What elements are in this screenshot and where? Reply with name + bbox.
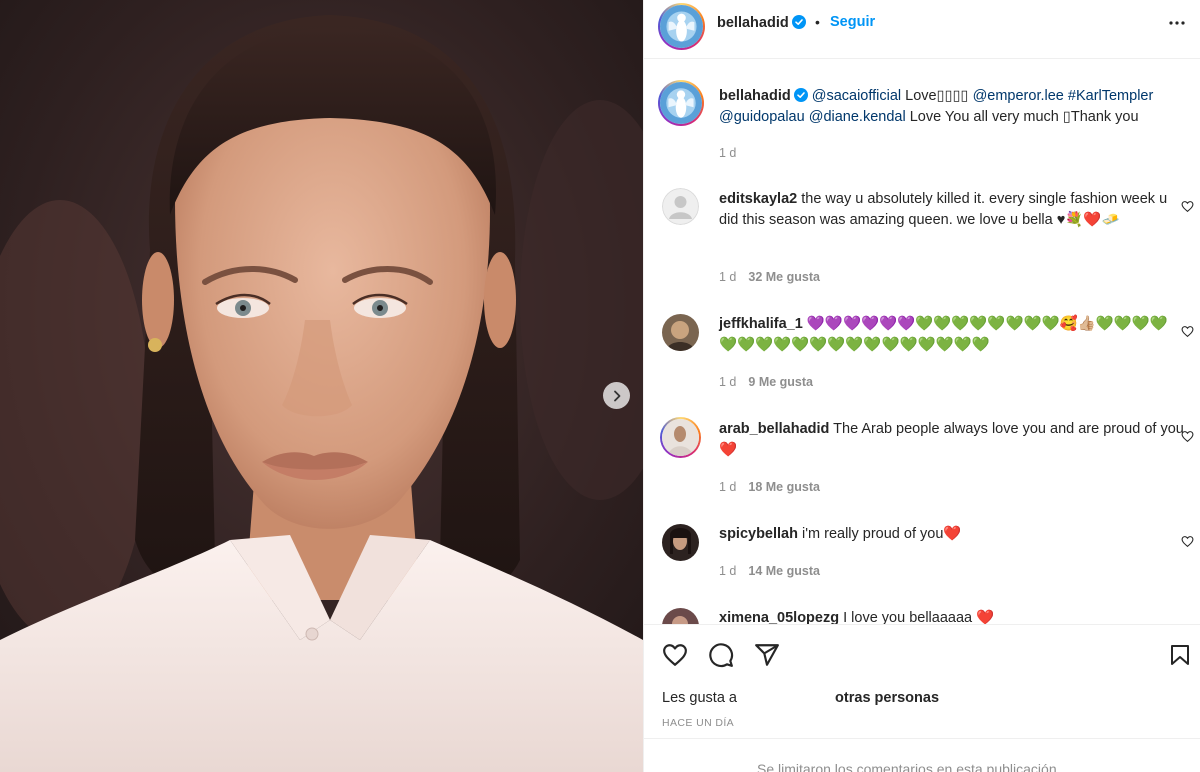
caption-username[interactable]: bellahadid (719, 88, 791, 104)
commenter-avatar[interactable] (662, 314, 699, 351)
commenter-avatar[interactable] (662, 188, 699, 225)
comment-text: arab_bellahadid The Arab people always l… (719, 419, 1184, 461)
caption-text-part1: Love▯▯▯▯ (901, 88, 973, 104)
likes-prefix: Les gusta a (662, 690, 737, 706)
send-icon[interactable] (754, 642, 780, 668)
commenter-avatar[interactable] (662, 524, 699, 561)
comments-list[interactable]: bellahadid @sacaiofficial Love▯▯▯▯ @emper… (644, 60, 1200, 624)
carousel-next-button[interactable] (603, 382, 630, 409)
comment-username[interactable]: jeffkhalifa_1 (719, 316, 803, 332)
caption-time[interactable]: 1 d (719, 146, 736, 160)
comment-text: spicybellah i'm really proud of you❤️ (719, 524, 1184, 545)
comment-time[interactable]: 1 d (719, 480, 736, 494)
comment-text: editskayla2 the way u absolutely killed … (719, 189, 1184, 231)
chevron-right-icon (613, 390, 620, 401)
comment-username[interactable]: spicybellah (719, 526, 798, 542)
comment-body: I love you bellaaaaa ❤️ (839, 610, 995, 624)
angel-avatar-icon (660, 82, 702, 124)
comment-text: jeffkhalifa_1 💜💜💜💜💜💜💚💚💚💚💚💚💚💚🥰👍🏼💚💚💚💚💚💚💚💚💚… (719, 314, 1169, 356)
header-separator-dot: • (815, 14, 820, 30)
post-actions: Les gusta a otras personas HACE UN DÍA S… (644, 624, 1200, 772)
user-photo-avatar-icon (662, 524, 699, 561)
comment-likes[interactable]: 18 Me gusta (748, 480, 820, 494)
author-username[interactable]: bellahadid (717, 15, 806, 31)
comment-like-heart-icon[interactable] (1181, 325, 1194, 338)
comment-time[interactable]: 1 d (719, 270, 736, 284)
comment-meta: 1 d 18 Me gusta (719, 480, 820, 494)
comment-meta: 1 d 32 Me gusta (719, 270, 820, 284)
caption-text: bellahadid @sacaiofficial Love▯▯▯▯ @emper… (719, 86, 1197, 128)
comment-like-heart-icon[interactable] (1181, 200, 1194, 213)
comments-limited-notice: Se limitaron los comentarios en esta pub… (644, 738, 1200, 772)
heart-icon[interactable] (662, 642, 688, 668)
verified-badge-icon (791, 15, 806, 29)
instagram-post: bellahadid • Seguir bellahadid @sacaioff… (0, 0, 1200, 772)
comment-body: i'm really proud of you❤️ (797, 526, 962, 542)
comment-text: ximena_05lopezg I love you bellaaaaa ❤️ (719, 608, 1184, 624)
comment-icon[interactable] (708, 642, 734, 668)
comment-like-heart-icon[interactable] (1181, 535, 1194, 548)
likes-summary: Les gusta a otras personas (662, 690, 939, 706)
user-photo-avatar-icon (662, 419, 699, 456)
bookmark-icon[interactable] (1168, 642, 1192, 668)
comment-meta: 1 d 14 Me gusta (719, 564, 820, 578)
hashtag-karltempler[interactable]: #KarlTempler (1068, 88, 1153, 104)
comment-likes[interactable]: 9 Me gusta (748, 375, 813, 389)
commenter-avatar[interactable] (660, 417, 701, 458)
comment-time[interactable]: 1 d (719, 564, 736, 578)
author-username-text[interactable]: bellahadid (717, 15, 789, 31)
commenter-avatar[interactable] (662, 608, 699, 624)
user-photo-avatar-icon (662, 608, 699, 624)
default-avatar-icon (662, 188, 699, 225)
post-header: bellahadid • Seguir (644, 0, 1200, 59)
comment-username[interactable]: arab_bellahadid (719, 421, 829, 437)
comment-like-heart-icon[interactable] (1181, 430, 1194, 443)
author-avatar[interactable] (658, 3, 705, 50)
more-horizontal-icon[interactable] (1168, 16, 1186, 30)
comment-time[interactable]: 1 d (719, 375, 736, 389)
mention-sacaiofficial[interactable]: @sacaiofficial (812, 88, 901, 104)
follow-button[interactable]: Seguir (830, 14, 875, 30)
model-portrait-image (0, 0, 643, 772)
comment-username[interactable]: editskayla2 (719, 191, 797, 207)
caption-text-part2: Love You all very much ▯Thank you (905, 109, 1139, 125)
mention-emperor-lee[interactable]: @emperor.lee (973, 88, 1064, 104)
mention-guidopalau[interactable]: @guidopalau (719, 109, 805, 125)
user-photo-avatar-icon (662, 314, 699, 351)
caption-avatar[interactable] (658, 80, 704, 126)
comment-likes[interactable]: 32 Me gusta (748, 270, 820, 284)
comment-likes[interactable]: 14 Me gusta (748, 564, 820, 578)
likes-others-link[interactable]: otras personas (835, 690, 939, 706)
comment-username[interactable]: ximena_05lopezg (719, 610, 839, 624)
comments-limited-text: Se limitaron los comentarios en esta pub… (757, 761, 1061, 772)
mention-diane-kendal[interactable]: @diane.kendal (809, 109, 906, 125)
angel-avatar-icon (660, 5, 703, 48)
post-media[interactable] (0, 0, 643, 772)
post-timestamp[interactable]: HACE UN DÍA (662, 717, 734, 729)
comment-meta: 1 d 9 Me gusta (719, 375, 813, 389)
verified-badge-icon (793, 88, 808, 102)
post-side-panel: bellahadid • Seguir bellahadid @sacaioff… (643, 0, 1200, 772)
